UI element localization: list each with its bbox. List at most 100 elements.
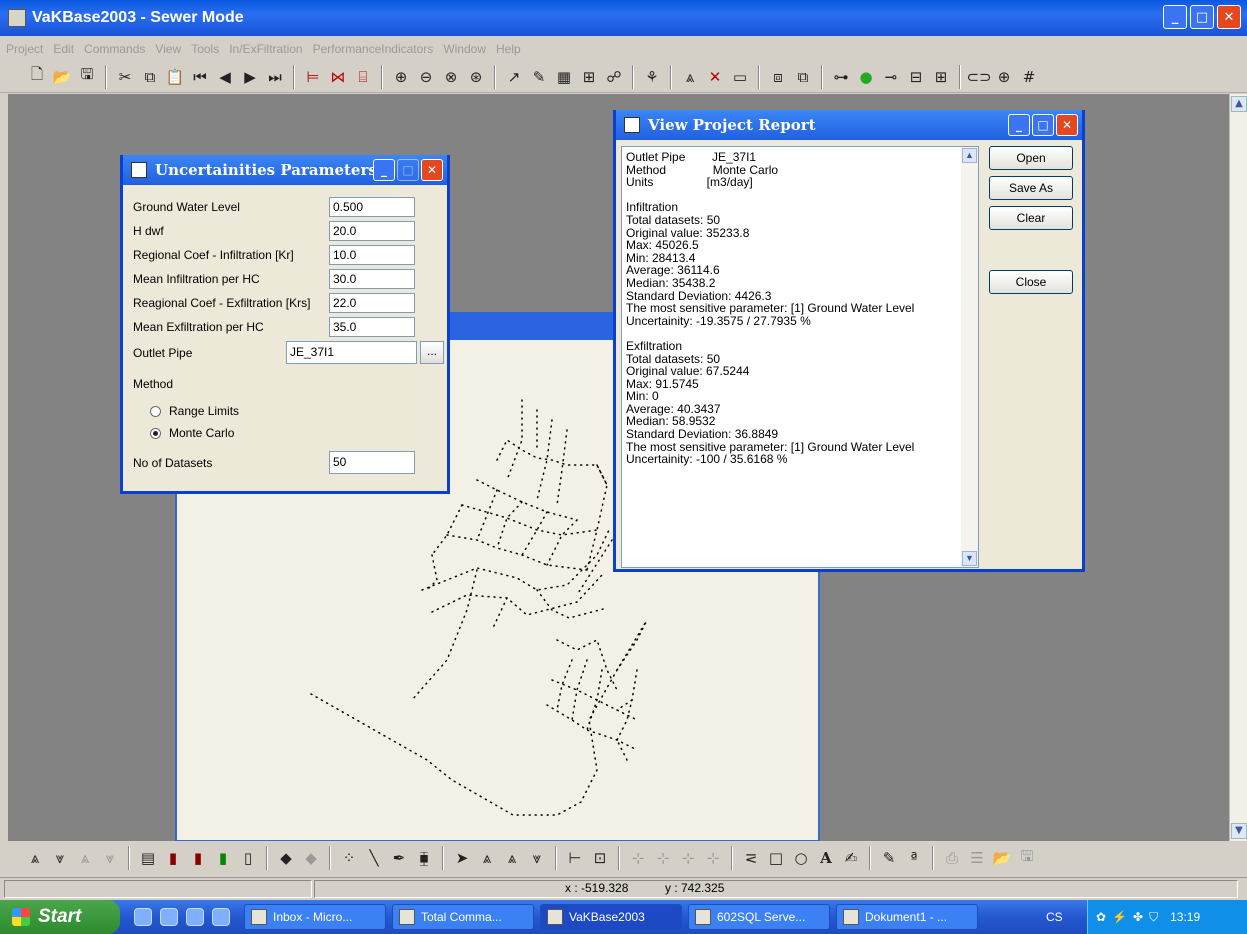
line-edit-icon[interactable]: ✒ [388, 847, 410, 869]
grid-box-icon[interactable]: ⊞ [930, 66, 952, 88]
report-text-area[interactable]: Outlet Pipe JE_37I1 Method Monte Carlo Uni… [621, 146, 979, 568]
infiltration-coef-input[interactable]: 10.0 [329, 245, 415, 265]
clock[interactable]: 13:19 [1170, 910, 1200, 924]
filter-apply-icon[interactable]: ⩔ [49, 847, 71, 869]
draw-pipe-icon[interactable]: ↗ [503, 66, 525, 88]
text-icon[interactable]: A [815, 847, 837, 869]
line-draw-icon[interactable]: ╲ [363, 847, 385, 869]
text-style-icon[interactable]: ✍ [840, 847, 862, 869]
zoom-in-icon[interactable]: ⊕ [390, 66, 412, 88]
color-bar-c-icon[interactable]: ▮ [212, 847, 234, 869]
next-record-icon[interactable]: ▶ [239, 66, 261, 88]
datasets-input[interactable]: 50 [329, 451, 415, 474]
window-icon[interactable]: ▭ [729, 66, 751, 88]
remove-point-icon[interactable]: ⊹ [652, 847, 674, 869]
scroll-up-icon[interactable]: ▲ [1231, 96, 1247, 112]
open-drawing-icon[interactable]: 📂 [991, 847, 1013, 869]
first-record-icon[interactable]: ⏮ [189, 66, 211, 88]
split-point-icon[interactable]: ⊹ [702, 847, 724, 869]
measure-icon[interactable]: ⊢ [564, 847, 586, 869]
browser-icon[interactable] [212, 908, 230, 926]
new-file-icon[interactable]: 🗋 [26, 65, 48, 88]
minimize-button[interactable]: _ [1163, 5, 1187, 29]
h-dwf-input[interactable]: 20.0 [329, 221, 415, 241]
zoom-out-icon[interactable]: ⊖ [415, 66, 437, 88]
add-point-icon[interactable]: ⊹ [627, 847, 649, 869]
pipe-join-icon[interactable]: ⋈ [327, 66, 349, 88]
network-icon[interactable]: ☍ [603, 66, 625, 88]
report-maximize-button[interactable]: □ [1032, 114, 1054, 136]
browse-outlet-button[interactable]: ... [420, 341, 444, 364]
zoom-extent-icon[interactable]: ⊛ [465, 66, 487, 88]
task-total-commander[interactable]: Total Comma... [392, 904, 534, 930]
cut-icon[interactable]: ✂ [114, 66, 136, 88]
circle-icon[interactable]: ○ [790, 847, 812, 869]
prev-record-icon[interactable]: ◀ [214, 66, 236, 88]
layer-b-icon[interactable]: ⧉ [792, 66, 814, 88]
node-icon[interactable]: ⊶ [830, 66, 852, 88]
scroll-up-icon[interactable]: ▲ [962, 148, 977, 163]
tray-icon-a[interactable]: ✿ [1096, 910, 1106, 924]
outlet-pipe-input[interactable]: JE_37I1 [286, 341, 417, 364]
move-point-icon[interactable]: ⊹ [677, 847, 699, 869]
properties-icon[interactable]: ⊞ [578, 66, 600, 88]
layer-a-icon[interactable]: ⧈ [767, 66, 789, 88]
color-bar-a-icon[interactable]: ▮ [162, 847, 184, 869]
tray-icon-b[interactable]: ⚡ [1112, 910, 1127, 924]
report-close-button[interactable]: ✕ [1056, 114, 1078, 136]
tray-shield-icon[interactable]: ⛉ [1149, 910, 1158, 925]
pen-icon[interactable]: ✎ [878, 847, 900, 869]
pump-icon[interactable]: ⊸ [880, 66, 902, 88]
open-folder-icon[interactable]: 📂 [51, 66, 73, 88]
zoom-window-icon[interactable]: ⊗ [440, 66, 462, 88]
filter-clear-icon[interactable]: ⩔ [99, 847, 121, 869]
filter-off-icon[interactable]: ⩓ [74, 847, 96, 869]
menu-performance-indicators[interactable]: PerformanceIndicators [313, 42, 434, 56]
object-icon[interactable]: ⧯ [413, 847, 435, 869]
menu-view[interactable]: View [155, 42, 181, 56]
task-vakbase[interactable]: VaKBase2003 [540, 904, 682, 930]
node-draw-icon[interactable]: ⁘ [338, 847, 360, 869]
params-maximize-button[interactable]: □ [397, 159, 419, 181]
menu-tools[interactable]: Tools [191, 42, 219, 56]
menu-commands[interactable]: Commands [84, 42, 145, 56]
fill-icon[interactable]: ◆ [275, 847, 297, 869]
clear-button[interactable]: Clear [989, 206, 1073, 230]
language-indicator[interactable]: CS [1046, 904, 1063, 924]
pipe-list-icon[interactable]: ⌸ [352, 66, 374, 88]
select-up-icon[interactable]: ⩓ [476, 847, 498, 869]
label-icon[interactable]: ▤ [137, 847, 159, 869]
range-limits-radio[interactable]: Range Limits [150, 401, 239, 421]
outlook-icon[interactable] [134, 908, 152, 926]
mean-exfiltration-input[interactable]: 35.0 [329, 317, 415, 337]
remove-icon[interactable]: ✕ [704, 66, 726, 88]
font-icon[interactable]: ª [903, 847, 925, 869]
start-button[interactable]: Start [0, 900, 120, 934]
open-button[interactable]: Open [989, 146, 1073, 170]
zoom-rect-icon[interactable]: ⊡ [589, 847, 611, 869]
pencil-icon[interactable]: ✎ [528, 66, 550, 88]
color-bar-b-icon[interactable]: ▮ [187, 847, 209, 869]
task-dokument[interactable]: Dokument1 - ... [836, 904, 978, 930]
rectangle-icon[interactable]: □ [765, 847, 787, 869]
exfiltration-coef-input[interactable]: 22.0 [329, 293, 415, 313]
report-scrollbar[interactable]: ▲ ▼ [961, 147, 978, 567]
report-minimize-button[interactable]: _ [1008, 114, 1030, 136]
tank-icon[interactable]: ⊟ [905, 66, 927, 88]
save-as-button[interactable]: Save As [989, 176, 1073, 200]
paste-icon[interactable]: 📋 [164, 66, 186, 88]
tray-icon-c[interactable]: ✤ [1133, 910, 1143, 924]
vertical-scrollbar[interactable]: ▲ ▼ [1229, 94, 1247, 841]
tree-icon[interactable]: ⚘ [641, 66, 663, 88]
select-p-icon[interactable]: ⩓ [501, 847, 523, 869]
ie-icon[interactable] [160, 908, 178, 926]
color-bar-d-icon[interactable]: ▯ [237, 847, 259, 869]
menu-inexfiltration[interactable]: In/ExFiltration [229, 42, 302, 56]
mean-infiltration-input[interactable]: 30.0 [329, 269, 415, 289]
list-icon[interactable]: ☰ [966, 847, 988, 869]
params-close-button[interactable]: ✕ [421, 159, 443, 181]
media-icon[interactable] [186, 908, 204, 926]
maximize-button[interactable]: □ [1190, 5, 1214, 29]
filter-query-icon[interactable]: ⩓ [24, 847, 46, 869]
close-report-button[interactable]: Close [989, 270, 1073, 294]
